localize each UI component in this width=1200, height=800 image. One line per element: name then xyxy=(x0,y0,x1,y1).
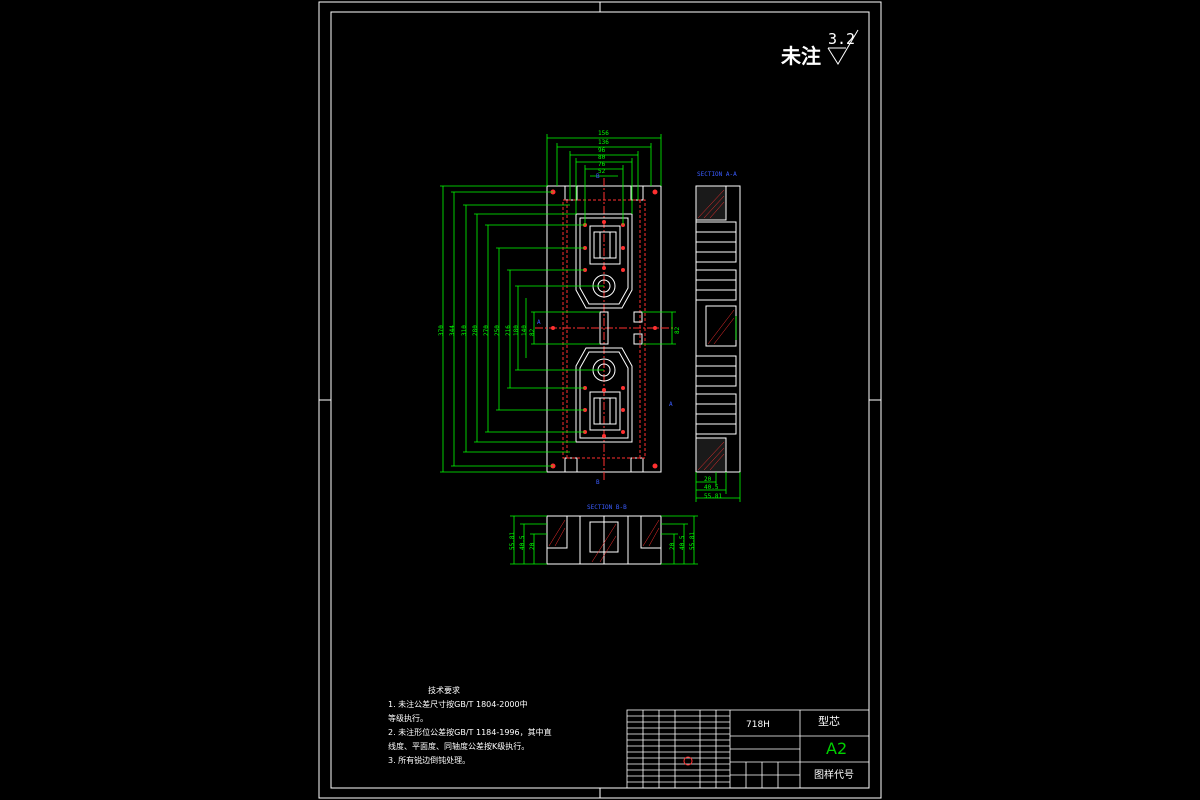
dimension-label-left: 344 xyxy=(449,325,456,336)
title-block-material: 718H xyxy=(746,720,770,730)
dimension-label-left: 140 xyxy=(521,325,528,336)
dimension-label-center-right: 82 xyxy=(674,326,681,334)
requirement-line: 1. 未注公差尺寸按GB/T 1804-2000中 xyxy=(388,700,528,709)
dimension-label-bottom-left: 55.81 xyxy=(509,531,516,550)
technical-requirements-title: 技术要求 xyxy=(428,686,460,695)
title-block-part-name: 型芯 xyxy=(818,715,840,728)
requirement-line: 线度、平面度、同轴度公差按K级执行。 xyxy=(388,742,530,751)
dimension-label-bottom-right: 40.5 xyxy=(679,535,686,550)
title-block-scale: A2 xyxy=(826,739,848,758)
plan-view: B B A A xyxy=(440,134,676,486)
dimension-label-bottom-right: 55.81 xyxy=(689,531,696,550)
dimension-label-bottom-right: 20 xyxy=(669,542,676,550)
dimension-label-bottom-left: 20 xyxy=(529,542,536,550)
bottom-section-view xyxy=(510,515,698,565)
section-markers: B B A A xyxy=(537,173,673,486)
side-dimensions xyxy=(695,316,741,502)
section-label-bottom: SECTION B-B xyxy=(587,504,627,511)
side-section-details xyxy=(695,185,737,473)
side-outline xyxy=(695,185,741,473)
requirement-line: 3. 所有锐边倒钝处理。 xyxy=(388,756,471,765)
title-block-drawing-number: 图样代号 xyxy=(814,770,854,781)
dimension-label-left: 180 xyxy=(513,325,520,336)
dimension-label-left: 310 xyxy=(461,325,468,336)
dimension-label-top: 96 xyxy=(598,147,606,154)
roughness-label: 未注 xyxy=(781,44,821,68)
drawing-canvas: B B A A xyxy=(318,1,882,799)
side-section-view xyxy=(695,185,741,502)
requirement-line: 等级执行。 xyxy=(388,714,428,723)
dimension-label-top: 156 xyxy=(598,130,609,137)
dimension-label-top: 136 xyxy=(598,139,609,146)
requirement-line: 2. 未注形位公差按GB/T 1184-1996，其中直 xyxy=(388,728,552,737)
svg-text:A: A xyxy=(537,319,541,326)
dimension-label-bottom-left: 40.5 xyxy=(519,535,526,550)
dimension-label-top: 52 xyxy=(598,168,606,175)
dimension-label-left: 270 xyxy=(483,325,490,336)
svg-text:A: A xyxy=(669,401,673,408)
bottom-section-details xyxy=(546,515,662,565)
dimension-label-left: 82 xyxy=(529,328,536,336)
svg-text:B: B xyxy=(596,479,600,486)
dimension-label-side: 55.81 xyxy=(704,493,723,500)
dimension-label-top: 76 xyxy=(598,161,606,168)
dimension-label-side: 40.5 xyxy=(704,484,719,491)
roughness-value: 3.2 xyxy=(828,30,856,48)
dimension-label-left: 370 xyxy=(438,325,445,336)
dimension-label-left: 280 xyxy=(472,325,479,336)
dimension-label-side: 20 xyxy=(704,476,712,483)
technical-requirements: 技术要求 1. 未注公差尺寸按GB/T 1804-2000中 等级执行。 2. … xyxy=(388,684,552,768)
dimension-label-top: 80 xyxy=(598,154,606,161)
dimension-label-left: 216 xyxy=(505,325,512,336)
section-label-side: SECTION A-A xyxy=(697,171,737,178)
dimension-label-left: 250 xyxy=(494,325,501,336)
